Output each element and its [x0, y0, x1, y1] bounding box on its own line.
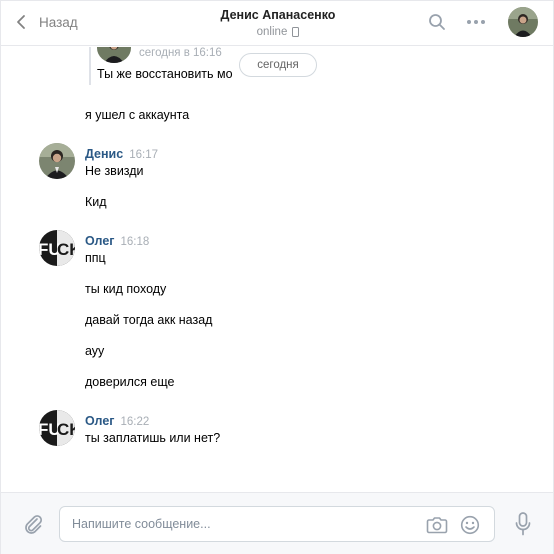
author-avatar[interactable]: FU CK	[39, 230, 75, 266]
search-icon[interactable]	[428, 13, 446, 31]
message-time: 16:17	[129, 149, 158, 161]
chevron-left-icon	[17, 15, 25, 29]
message-author: Олег 16:22	[85, 413, 149, 430]
message-input[interactable]	[72, 515, 402, 533]
quote-avatar	[97, 47, 131, 63]
microphone-icon[interactable]	[515, 512, 531, 536]
message-text: ппц	[85, 251, 106, 265]
message-author: Денис 16:17	[85, 146, 158, 163]
author-name-link[interactable]: Олег	[85, 234, 115, 248]
person-photo-icon	[39, 143, 75, 179]
message-text: доверился еще	[85, 375, 175, 389]
author-avatar[interactable]: FU CK	[39, 410, 75, 446]
svg-text:CK: CK	[57, 420, 75, 439]
message-text: ауу	[85, 344, 105, 358]
message-input-box	[59, 506, 495, 542]
person-photo-icon	[508, 7, 538, 37]
fuck-logo-icon: FU CK	[39, 410, 75, 446]
message-text: я ушел с аккаунта	[85, 108, 190, 122]
quote-text: Ты же восстановить мо	[97, 67, 233, 81]
author-avatar[interactable]	[39, 143, 75, 179]
mobile-phone-icon	[292, 27, 300, 37]
chat-title-block[interactable]: Денис Апанасенко online	[151, 7, 405, 39]
quote-meta: сегодня в 16:16	[139, 47, 222, 59]
author-name-link[interactable]: Олег	[85, 414, 115, 428]
more-icon[interactable]	[466, 14, 486, 30]
status-text: online	[256, 26, 288, 38]
fuck-logo-icon: FU CK	[39, 230, 75, 266]
chat-header: Назад Денис Апанасенко online	[1, 1, 553, 46]
message-text: Не звизди	[85, 164, 144, 178]
camera-icon[interactable]	[426, 515, 448, 535]
author-name-link[interactable]: Денис	[85, 147, 123, 161]
person-photo-icon	[97, 47, 131, 63]
message-author: Олег 16:18	[85, 233, 149, 250]
back-button[interactable]: Назад	[15, 12, 78, 32]
svg-text:CK: CK	[57, 240, 75, 259]
message-text: ты кид походу	[85, 282, 167, 296]
message-time: 16:18	[120, 236, 150, 248]
emoji-icon[interactable]	[460, 515, 480, 535]
contact-avatar[interactable]	[508, 7, 538, 37]
date-divider[interactable]: сегодня	[239, 53, 317, 77]
back-label: Назад	[39, 14, 78, 30]
contact-name: Денис Апанасенко	[220, 8, 336, 22]
chat-window: Назад Денис Апанасенко online сегодня в …	[0, 0, 554, 554]
message-text: давай тогда акк назад	[85, 313, 213, 327]
paperclip-icon[interactable]	[23, 513, 43, 535]
message-time: 16:22	[120, 416, 150, 428]
message-text: Кид	[85, 195, 107, 209]
message-text: ты заплатишь или нет?	[85, 431, 221, 445]
contact-status: online	[151, 25, 405, 39]
composer-bar	[1, 492, 553, 554]
message-feed[interactable]: сегодня в 16:16 Ты же восстановить мо се…	[1, 47, 553, 491]
